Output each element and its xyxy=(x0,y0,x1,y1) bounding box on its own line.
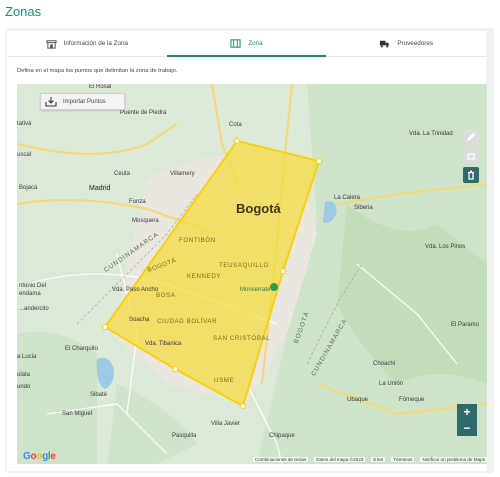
map-label: La Calera xyxy=(334,195,361,201)
map-scale[interactable]: 5 km xyxy=(371,457,386,462)
report-problem-link[interactable]: Notificar un problema de Maps xyxy=(420,457,487,462)
map-label: El Paramo xyxy=(451,322,480,328)
truck-icon xyxy=(380,40,390,48)
map-label: BOSA xyxy=(156,292,176,299)
map-label: endama xyxy=(19,291,41,297)
map-label: Villa Javier xyxy=(211,421,240,427)
instructions-text: Defina en el mapa los puntos que delimit… xyxy=(17,68,178,74)
map-label: SAN CRISTÓBAL xyxy=(213,335,271,342)
map-label: Madrid xyxy=(89,185,111,192)
zone-card: Información de la Zona Zona Proveedores … xyxy=(7,31,487,471)
page-title: Zonas xyxy=(5,4,42,19)
map-label: Vda. La Trinidad xyxy=(409,131,453,137)
map-icon xyxy=(230,39,241,48)
map-data-text: Datos del mapa ©2023 xyxy=(314,457,366,462)
refresh-icon xyxy=(467,153,475,160)
map-label: Monserrate xyxy=(240,287,271,293)
tab-providers[interactable]: Proveedores xyxy=(326,31,486,56)
map-label: Fómeque xyxy=(399,397,425,403)
map-label: El Rosal xyxy=(89,84,112,90)
map-label: Cota xyxy=(229,122,242,128)
map-label: TEUSAQUILLO xyxy=(219,262,269,269)
map-label: Soacha xyxy=(129,317,150,323)
map-label: Ubaque xyxy=(347,397,369,403)
map-label: Puente de Piedra xyxy=(120,110,167,116)
map-label: Chipaque xyxy=(269,433,295,439)
map-label: ...andercito xyxy=(19,306,49,312)
map-label: Sibaté xyxy=(90,392,108,398)
import-icon xyxy=(45,97,57,107)
store-icon xyxy=(46,40,57,49)
map-label: ulata xyxy=(17,372,31,378)
map-attribution: Combinaciones de teclas Datos del mapa ©… xyxy=(17,455,487,464)
map-label: Vda. Los Pinos xyxy=(425,244,466,250)
keyboard-shortcuts-link[interactable]: Combinaciones de teclas xyxy=(252,457,309,462)
delete-polygon-button[interactable] xyxy=(463,167,479,183)
map-label: USME xyxy=(214,377,235,384)
map-label: Mosquera xyxy=(132,218,159,224)
edit-polygon-button[interactable] xyxy=(463,129,479,145)
import-points-label: Importar Puntos xyxy=(63,98,106,105)
tab-bar: Información de la Zona Zona Proveedores xyxy=(7,31,486,57)
map-label: undo xyxy=(17,384,31,390)
map-label: Pasquilla xyxy=(172,433,197,439)
map-label: Villamery xyxy=(170,171,195,177)
map-label: Vda. Paso Ancho xyxy=(112,287,159,293)
map-label: La Unión xyxy=(379,381,404,387)
import-points-button[interactable]: Importar Puntos xyxy=(40,93,125,110)
map-label: San Miguel xyxy=(62,411,93,417)
map-label: Vda. Tibanica xyxy=(145,341,182,347)
zoom-out-button[interactable]: − xyxy=(457,420,477,436)
tab-zone-info[interactable]: Información de la Zona xyxy=(7,31,167,56)
map-label: Ceuta xyxy=(114,171,131,177)
zoom-in-button[interactable]: + xyxy=(457,404,477,420)
map-label: FONTIBÓN xyxy=(179,237,216,244)
map-label-bogota: Bogotá xyxy=(236,201,281,216)
map-label: KENNEDY xyxy=(187,273,222,280)
map-label: Funza xyxy=(129,199,146,205)
map-label: Bojacá xyxy=(19,185,38,191)
tab-label: Información de la Zona xyxy=(63,40,129,47)
map-label: Siberia xyxy=(354,205,373,211)
tab-zone[interactable]: Zona xyxy=(166,31,327,57)
map-base xyxy=(17,84,487,464)
tab-label: Zona xyxy=(248,40,263,47)
map-label: ntonio Del xyxy=(19,283,47,289)
terms-link[interactable]: Términos xyxy=(391,457,415,462)
trash-icon xyxy=(468,170,474,180)
map-label: Choachí xyxy=(373,361,396,367)
tab-label: Proveedores xyxy=(397,40,434,47)
map-label: CIUDAD BOLÍVAR xyxy=(157,318,218,325)
pencil-icon xyxy=(467,133,475,141)
reset-polygon-button[interactable] xyxy=(463,148,479,164)
map-label: uscal xyxy=(17,152,32,158)
map-label: El Charquito xyxy=(65,346,99,352)
map-canvas[interactable]: El Rosal Puente de Piedra tativá Cota Vd… xyxy=(17,84,487,464)
map-label: tativá xyxy=(17,121,32,127)
map-label: a Lucia xyxy=(17,354,37,360)
